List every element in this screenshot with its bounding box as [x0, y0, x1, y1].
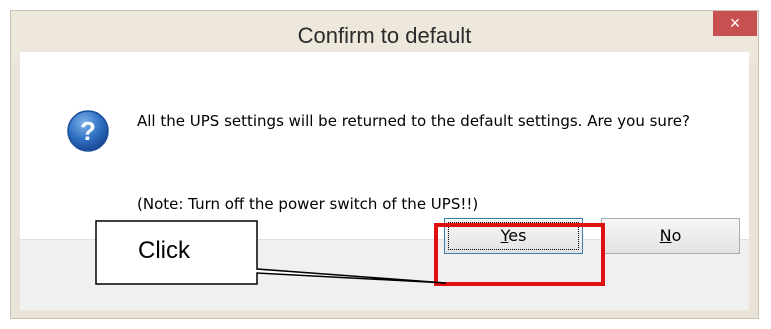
callout-shape: [95, 220, 447, 285]
callout-label: Click: [138, 237, 190, 264]
